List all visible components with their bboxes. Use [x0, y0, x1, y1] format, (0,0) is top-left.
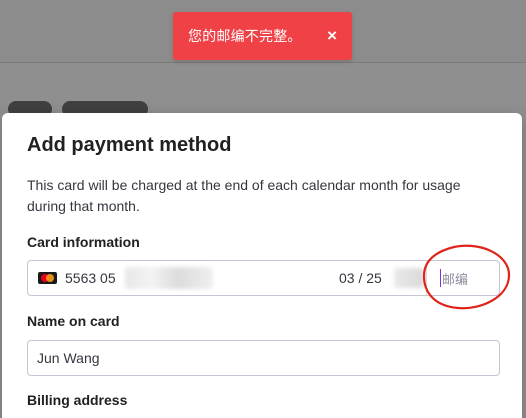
toast-message: 您的邮编不完整。 [188, 29, 302, 45]
modal-description: This card will be charged at the end of … [27, 177, 461, 214]
card-information-label: Card information [27, 234, 140, 250]
error-toast: 您的邮编不完整。 × [173, 12, 352, 60]
card-cvc-redacted[interactable] [394, 268, 424, 288]
close-icon[interactable]: × [327, 12, 337, 60]
card-number-input[interactable]: 5563 05 [65, 261, 116, 295]
card-information-field[interactable]: 5563 05 03 / 25 邮编 [27, 260, 500, 296]
card-expiry-input[interactable]: 03 / 25 [339, 261, 382, 295]
billing-address-label: Billing address [27, 392, 128, 408]
name-on-card-value: Jun Wang [37, 350, 100, 366]
text-cursor [440, 269, 441, 287]
card-number-redacted [125, 267, 213, 289]
name-on-card-label: Name on card [27, 313, 120, 329]
add-payment-modal: Add payment method This card will be cha… [2, 113, 522, 418]
postal-code-placeholder: 邮编 [442, 272, 469, 288]
postal-code-input[interactable]: 邮编 [426, 261, 499, 295]
mastercard-icon [38, 272, 57, 284]
modal-title: Add payment method [27, 134, 232, 156]
name-on-card-input[interactable]: Jun Wang [27, 340, 500, 376]
